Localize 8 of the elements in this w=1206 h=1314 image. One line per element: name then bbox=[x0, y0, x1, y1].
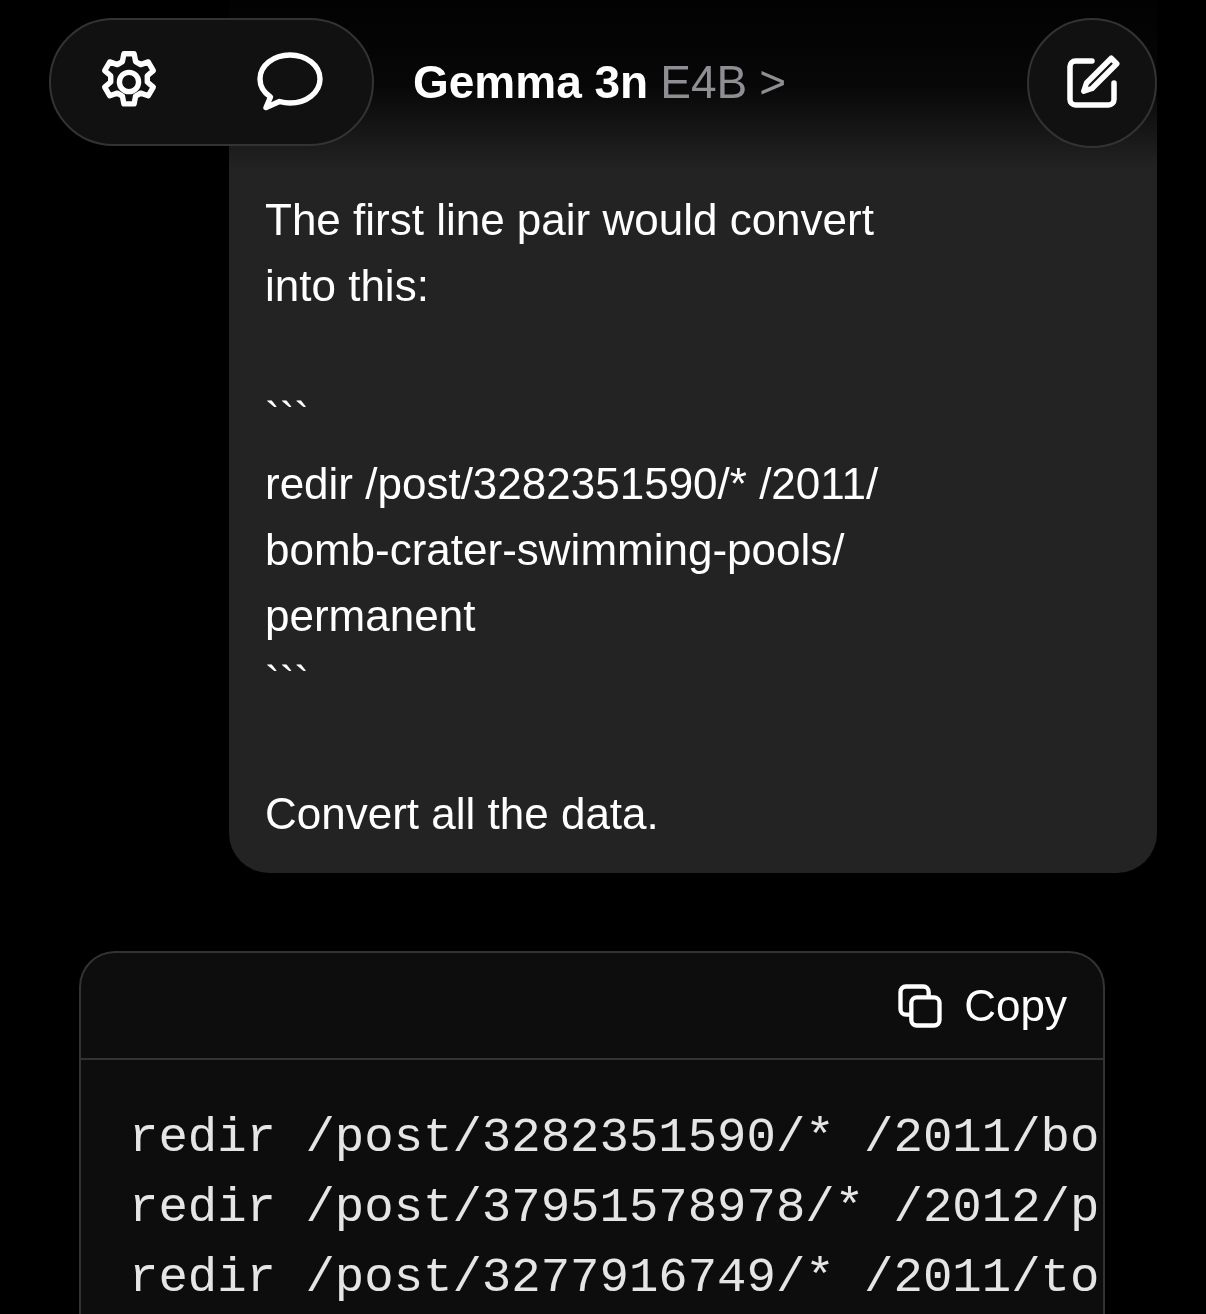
model-selector[interactable]: Gemma 3n E4B > bbox=[413, 52, 787, 112]
message-text: Convert all the data. bbox=[265, 788, 660, 840]
message-text: ``` redir /post/3282351590/* /2011/ bomb-crater-swimming-pools/ permanent ``` bbox=[265, 392, 880, 708]
copy-button[interactable]: Copy bbox=[894, 972, 1067, 1039]
code-line: redir /post/3277916749/* /2011/to bbox=[129, 1249, 1100, 1308]
code-line: redir /post/37951578978/* /2012/p bbox=[129, 1179, 1100, 1238]
message-text: The first line pair would convert into this: bbox=[265, 194, 875, 312]
code-line: redir /post/3282351590/* /2011/bo bbox=[129, 1109, 1100, 1168]
